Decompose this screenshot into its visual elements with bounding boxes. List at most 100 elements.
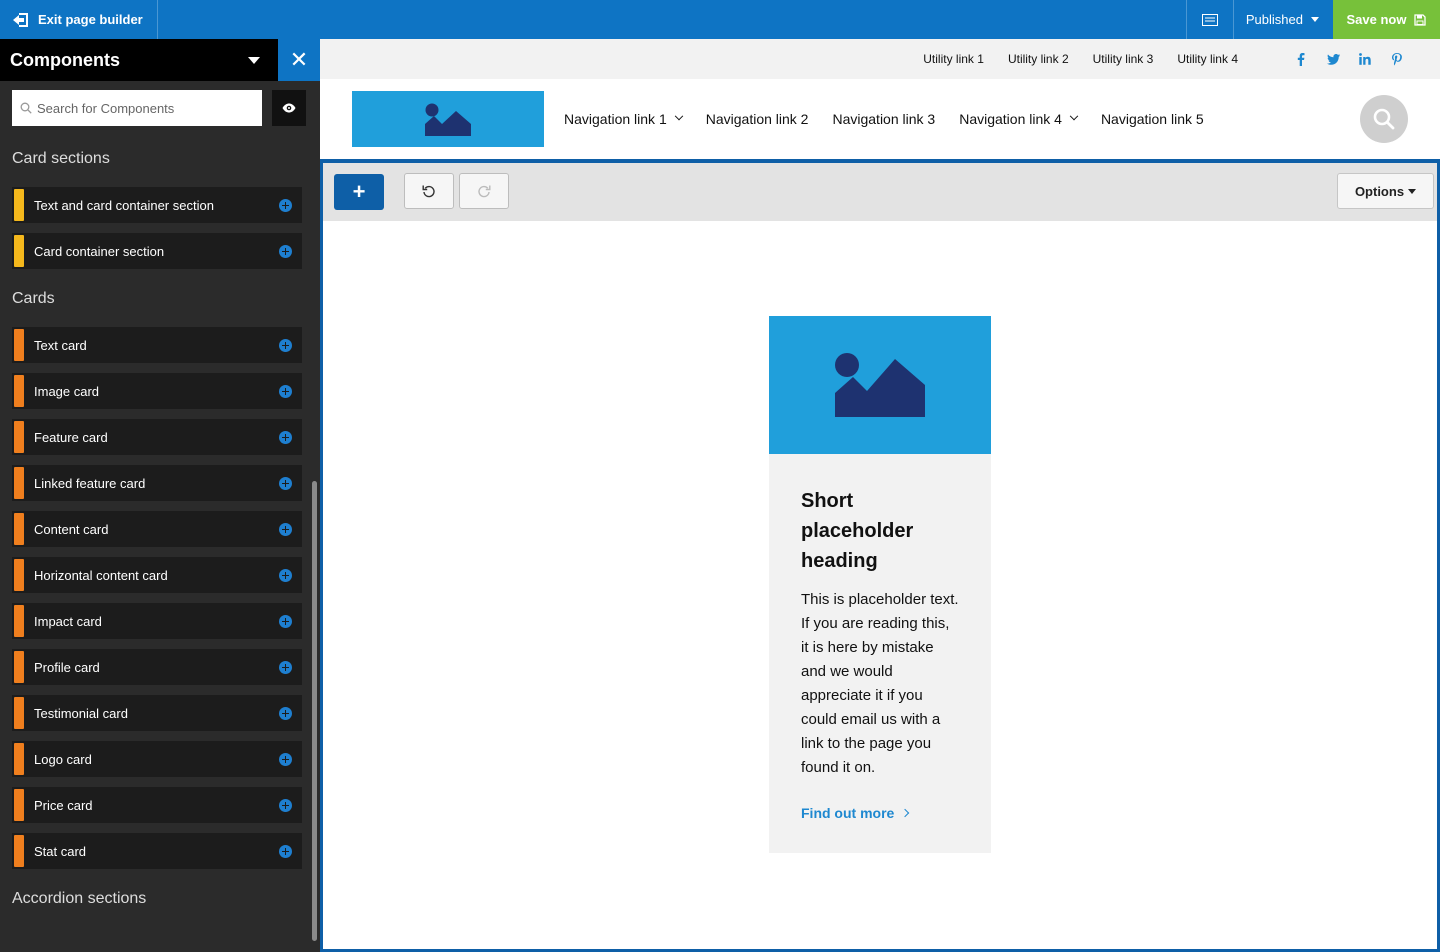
panel-scrollbar[interactable] xyxy=(310,149,320,952)
add-circle-icon[interactable] xyxy=(279,338,292,352)
add-circle-icon[interactable] xyxy=(279,844,292,858)
utility-link-4[interactable]: Utility link 4 xyxy=(1177,52,1238,66)
eye-icon xyxy=(282,103,296,113)
add-circle-icon[interactable] xyxy=(279,614,292,628)
exit-page-builder-button[interactable]: Exit page builder xyxy=(0,0,158,39)
component-item[interactable]: Logo card xyxy=(12,741,302,777)
exit-label: Exit page builder xyxy=(38,12,143,27)
scrollbar-thumb[interactable] xyxy=(312,481,317,941)
redo-icon xyxy=(478,185,491,198)
components-dropdown[interactable]: Components xyxy=(0,50,278,71)
add-circle-icon[interactable] xyxy=(279,568,292,582)
publish-status-dropdown[interactable]: Published xyxy=(1232,0,1333,39)
feature-card[interactable]: Short placeholder heading This is placeh… xyxy=(769,316,991,853)
component-item[interactable]: Profile card xyxy=(12,649,302,685)
caret-down-icon xyxy=(1408,188,1417,194)
component-item[interactable]: Text and card container section xyxy=(12,187,302,223)
site-logo[interactable] xyxy=(352,91,544,147)
facebook-icon[interactable] xyxy=(1294,52,1308,66)
nav-link-3[interactable]: Navigation link 3 xyxy=(832,111,935,127)
category-color-bar xyxy=(14,697,24,729)
component-item[interactable]: Text card xyxy=(12,327,302,363)
category-color-bar xyxy=(14,835,24,867)
component-item[interactable]: Stat card xyxy=(12,833,302,869)
add-circle-icon[interactable] xyxy=(279,430,292,444)
component-item[interactable]: Impact card xyxy=(12,603,302,639)
card-link-label: Find out more xyxy=(801,805,895,821)
preview-toggle-button[interactable] xyxy=(272,90,306,126)
component-label: Text and card container section xyxy=(34,197,214,213)
exit-icon xyxy=(13,12,28,27)
site-search-button[interactable] xyxy=(1360,95,1408,143)
component-item[interactable]: Card container section xyxy=(12,233,302,269)
section-title: Card sections xyxy=(12,150,110,167)
pinterest-icon[interactable] xyxy=(1390,52,1404,66)
component-label: Profile card xyxy=(34,659,100,675)
component-label: Horizontal content card xyxy=(34,567,168,583)
utility-bar: Utility link 1 Utility link 2 Utility li… xyxy=(320,39,1440,79)
close-icon: ✕ xyxy=(289,47,309,72)
component-search xyxy=(12,90,262,126)
add-circle-icon[interactable] xyxy=(279,522,292,536)
component-label: Feature card xyxy=(34,429,108,445)
component-item[interactable]: Feature card xyxy=(12,419,302,455)
options-dropdown[interactable]: Options xyxy=(1337,173,1434,209)
twitter-icon[interactable] xyxy=(1326,52,1340,66)
nav-link-5[interactable]: Navigation link 5 xyxy=(1101,111,1204,127)
nav-link-label: Navigation link 4 xyxy=(959,111,1062,127)
caret-down-icon xyxy=(1311,17,1319,22)
card-image xyxy=(769,316,991,454)
linkedin-icon[interactable] xyxy=(1358,52,1372,66)
utility-link-2[interactable]: Utility link 2 xyxy=(1008,52,1069,66)
undo-icon xyxy=(422,185,435,198)
close-panel-button[interactable]: ✕ xyxy=(278,39,320,81)
component-item[interactable]: Linked feature card xyxy=(12,465,302,501)
component-label: Image card xyxy=(34,383,100,399)
component-item[interactable]: Price card xyxy=(12,787,302,823)
find-out-more-link[interactable]: Find out more xyxy=(801,805,959,821)
plus-icon: + xyxy=(352,179,366,204)
components-panel: Components ✕ Card sections Text and card … xyxy=(0,39,320,952)
nav-link-1[interactable]: Navigation link 1 xyxy=(564,111,683,127)
chevron-right-icon xyxy=(901,808,910,818)
component-item[interactable]: Image card xyxy=(12,373,302,409)
add-circle-icon[interactable] xyxy=(279,752,292,766)
search-input[interactable] xyxy=(37,100,247,116)
component-list: Card sections Text and card container sec… xyxy=(0,149,310,927)
component-item[interactable]: Horizontal content card xyxy=(12,557,302,593)
category-color-bar xyxy=(14,421,24,453)
components-panel-header: Components ✕ xyxy=(0,39,320,81)
nav-link-2[interactable]: Navigation link 2 xyxy=(706,111,809,127)
social-links xyxy=(1276,52,1404,66)
nav-link-4[interactable]: Navigation link 4 xyxy=(959,111,1079,127)
add-circle-icon[interactable] xyxy=(279,798,292,812)
add-circle-icon[interactable] xyxy=(279,476,292,490)
save-now-button[interactable]: Save now xyxy=(1333,0,1440,39)
add-circle-icon[interactable] xyxy=(279,198,292,212)
redo-button[interactable] xyxy=(459,173,509,209)
add-circle-icon[interactable] xyxy=(279,384,292,398)
editable-section: + Options Short placeholder heading This… xyxy=(320,159,1440,952)
add-circle-icon[interactable] xyxy=(279,706,292,720)
panel-title: Components xyxy=(10,49,120,70)
save-label: Save now xyxy=(1346,12,1407,27)
page-settings-button[interactable] xyxy=(1185,0,1233,39)
options-label: Options xyxy=(1354,183,1405,199)
category-color-bar xyxy=(14,743,24,775)
component-item[interactable]: Content card xyxy=(12,511,302,547)
add-component-button[interactable]: + xyxy=(334,174,384,210)
component-label: Card container section xyxy=(34,243,165,259)
component-item[interactable]: Testimonial card xyxy=(12,695,302,731)
add-circle-icon[interactable] xyxy=(279,244,292,258)
undo-button[interactable] xyxy=(404,173,454,209)
utility-link-1[interactable]: Utility link 1 xyxy=(923,52,984,66)
category-color-bar xyxy=(14,513,24,545)
image-placeholder-icon xyxy=(835,353,925,417)
category-color-bar xyxy=(14,789,24,821)
nav-link-label: Navigation link 2 xyxy=(705,111,809,127)
nav-link-label: Navigation link 3 xyxy=(832,111,936,127)
card-text: This is placeholder text. If you are rea… xyxy=(801,591,959,776)
utility-link-3[interactable]: Utility link 3 xyxy=(1093,52,1154,66)
section-toolbar: + Options xyxy=(323,163,1437,221)
add-circle-icon[interactable] xyxy=(279,660,292,674)
